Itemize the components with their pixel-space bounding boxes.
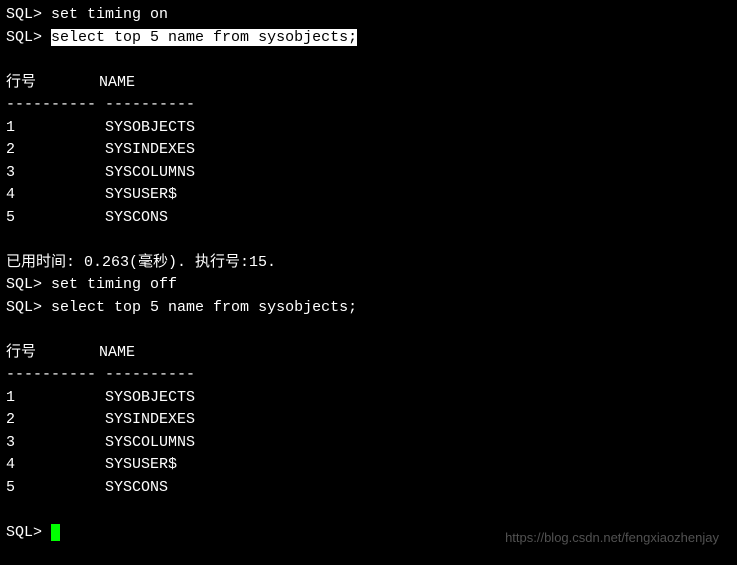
row-name: SYSOBJECTS xyxy=(105,389,195,406)
divider-name: ---------- xyxy=(105,96,195,113)
row-num: 3 xyxy=(6,434,15,451)
watermark-text: https://blog.csdn.net/fengxiaozhenjay xyxy=(505,528,719,548)
timing-output: 已用时间: 0.263(毫秒). 执行号:15. xyxy=(6,252,731,275)
sql-prompt: SQL> xyxy=(6,276,42,293)
row-num: 4 xyxy=(6,456,15,473)
table-row: 3 SYSCOLUMNS xyxy=(6,432,731,455)
col-name: NAME xyxy=(99,344,135,361)
divider-rownum: ---------- xyxy=(6,366,96,383)
row-num: 2 xyxy=(6,141,15,158)
row-name: SYSCONS xyxy=(105,479,168,496)
col-rownum: 行号 xyxy=(6,74,36,91)
highlighted-cmd: select top 5 name from sysobjects; xyxy=(51,29,357,46)
sql-prompt: SQL> xyxy=(6,299,42,316)
row-num: 3 xyxy=(6,164,15,181)
row-name: SYSUSER$ xyxy=(105,186,177,203)
row-num: 1 xyxy=(6,119,15,136)
divider-row: ---------- ---------- xyxy=(6,94,731,117)
sql-prompt: SQL> xyxy=(6,524,42,541)
row-num: 2 xyxy=(6,411,15,428)
row-num: 4 xyxy=(6,186,15,203)
row-name: SYSUSER$ xyxy=(105,456,177,473)
row-name: SYSOBJECTS xyxy=(105,119,195,136)
divider-name: ---------- xyxy=(105,366,195,383)
table-row: 1 SYSOBJECTS xyxy=(6,117,731,140)
prompt-line-3: SQL> set timing off xyxy=(6,274,731,297)
cmd-text: select top 5 name from sysobjects; xyxy=(51,299,357,316)
table-row: 3 SYSCOLUMNS xyxy=(6,162,731,185)
row-num: 1 xyxy=(6,389,15,406)
col-rownum: 行号 xyxy=(6,344,36,361)
blank-line xyxy=(6,319,731,342)
table-row: 2 SYSINDEXES xyxy=(6,139,731,162)
table-row: 5 SYSCONS xyxy=(6,477,731,500)
blank-line xyxy=(6,499,731,522)
row-name: SYSINDEXES xyxy=(105,411,195,428)
table-row: 4 SYSUSER$ xyxy=(6,184,731,207)
divider-row: ---------- ---------- xyxy=(6,364,731,387)
table-row: 5 SYSCONS xyxy=(6,207,731,230)
row-name: SYSCOLUMNS xyxy=(105,434,195,451)
divider-rownum: ---------- xyxy=(6,96,96,113)
cursor-icon[interactable] xyxy=(51,524,60,541)
cmd-text: set timing on xyxy=(51,6,168,23)
row-num: 5 xyxy=(6,209,15,226)
sql-prompt: SQL> xyxy=(6,6,42,23)
col-name: NAME xyxy=(99,74,135,91)
row-num: 5 xyxy=(6,479,15,496)
table-row: 1 SYSOBJECTS xyxy=(6,387,731,410)
header-row: 行号 NAME xyxy=(6,342,731,365)
blank-line xyxy=(6,49,731,72)
blank-line xyxy=(6,229,731,252)
row-name: SYSCOLUMNS xyxy=(105,164,195,181)
prompt-line-1: SQL> set timing on xyxy=(6,4,731,27)
prompt-line-4: SQL> select top 5 name from sysobjects; xyxy=(6,297,731,320)
sql-prompt: SQL> xyxy=(6,29,42,46)
cmd-text: set timing off xyxy=(51,276,177,293)
table-row: 4 SYSUSER$ xyxy=(6,454,731,477)
row-name: SYSCONS xyxy=(105,209,168,226)
row-name: SYSINDEXES xyxy=(105,141,195,158)
header-row: 行号 NAME xyxy=(6,72,731,95)
table-row: 2 SYSINDEXES xyxy=(6,409,731,432)
prompt-line-2: SQL> select top 5 name from sysobjects; xyxy=(6,27,731,50)
